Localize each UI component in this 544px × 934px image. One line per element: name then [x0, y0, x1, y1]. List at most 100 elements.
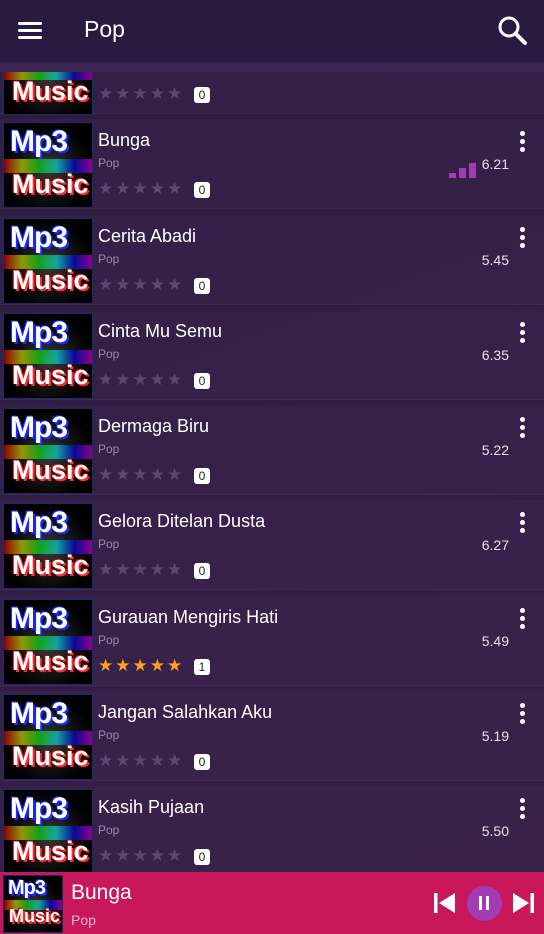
- rating-stars[interactable]: ★ ★ ★ ★ ★: [98, 466, 182, 483]
- kebab-menu-icon[interactable]: [512, 510, 532, 536]
- kebab-menu-icon[interactable]: [512, 796, 532, 822]
- star-icon[interactable]: ★: [167, 561, 182, 578]
- kebab-menu-icon[interactable]: [512, 606, 532, 632]
- album-art: Mp3 Music: [3, 408, 93, 495]
- hamburger-icon[interactable]: [18, 18, 50, 44]
- album-art: Mp3 Music: [3, 875, 63, 933]
- star-icon[interactable]: ★: [150, 276, 165, 293]
- skip-next-icon[interactable]: [508, 872, 538, 934]
- kebab-menu-icon[interactable]: [512, 225, 532, 251]
- skip-previous-icon[interactable]: [430, 872, 460, 934]
- album-art: Mp3 Music: [3, 694, 93, 781]
- star-icon[interactable]: ★: [150, 466, 165, 483]
- star-icon[interactable]: ★: [150, 561, 165, 578]
- star-icon[interactable]: ★: [133, 847, 148, 864]
- equalizer-icon: [449, 160, 476, 179]
- now-playing-bar[interactable]: Mp3 Music Bunga Pop: [0, 872, 544, 934]
- star-icon[interactable]: ★: [115, 847, 130, 864]
- star-icon[interactable]: ★: [167, 371, 182, 388]
- rating-stars[interactable]: ★ ★ ★ ★ ★: [98, 276, 182, 293]
- star-icon[interactable]: ★: [150, 657, 165, 674]
- kebab-menu-icon[interactable]: [512, 701, 532, 727]
- kebab-menu-icon[interactable]: [512, 415, 532, 441]
- star-icon[interactable]: ★: [115, 466, 130, 483]
- list-item[interactable]: Mp3 Music Cinta Mu Semu Pop ★ ★ ★ ★ ★ 0 6.35: [0, 309, 544, 400]
- star-icon[interactable]: ★: [98, 847, 113, 864]
- star-icon[interactable]: ★: [167, 180, 182, 197]
- file-size: 5.19: [481, 728, 509, 745]
- star-icon[interactable]: ★: [133, 180, 148, 197]
- rating-stars[interactable]: ★ ★ ★ ★ ★: [98, 847, 182, 864]
- star-icon[interactable]: ★: [150, 752, 165, 769]
- rating-stars[interactable]: ★ ★ ★ ★ ★: [98, 752, 182, 769]
- star-icon[interactable]: ★: [115, 561, 130, 578]
- song-title: Bunga: [98, 130, 151, 151]
- app-bar-divider: [0, 62, 544, 72]
- star-icon[interactable]: ★: [167, 847, 182, 864]
- kebab-menu-icon[interactable]: [512, 129, 532, 155]
- pause-button[interactable]: [466, 872, 502, 934]
- song-title: Dermaga Biru: [98, 416, 210, 437]
- star-icon[interactable]: ★: [98, 466, 113, 483]
- album-art: Mp3 Music: [3, 312, 93, 399]
- star-icon[interactable]: ★: [98, 657, 113, 674]
- star-icon[interactable]: ★: [115, 657, 130, 674]
- star-icon[interactable]: ★: [167, 657, 182, 674]
- song-genre: Pop: [98, 442, 120, 457]
- list-item[interactable]: Mp3 Music Kasih Pujaan Pop ★ ★ ★ ★ ★ 0 5.50: [0, 786, 544, 872]
- rating-count-badge: 0: [194, 277, 210, 294]
- star-icon[interactable]: ★: [133, 657, 148, 674]
- star-icon[interactable]: ★: [150, 847, 165, 864]
- star-icon[interactable]: ★: [98, 561, 113, 578]
- app-bar: Pop: [0, 0, 544, 62]
- rating-stars[interactable]: ★ ★ ★ ★ ★: [98, 180, 182, 197]
- song-genre: Pop: [98, 537, 120, 552]
- star-icon[interactable]: ★: [133, 276, 148, 293]
- list-item[interactable]: Mp3 Music Jangan Salahkan Aku Pop ★ ★ ★ ★ ★ …: [0, 691, 544, 782]
- star-icon[interactable]: ★: [115, 276, 130, 293]
- pause-icon[interactable]: [466, 885, 502, 921]
- star-icon[interactable]: ★: [167, 85, 182, 102]
- file-size: 6.21: [481, 156, 509, 173]
- star-icon[interactable]: ★: [150, 180, 165, 197]
- star-icon[interactable]: ★: [133, 752, 148, 769]
- search-icon[interactable]: [496, 14, 530, 48]
- star-icon[interactable]: ★: [98, 752, 113, 769]
- album-art: Mp3 Music: [3, 598, 93, 685]
- star-icon[interactable]: ★: [98, 276, 113, 293]
- star-icon[interactable]: ★: [133, 371, 148, 388]
- list-item[interactable]: Mp3 Music Gurauan Mengiris Hati Pop ★ ★ ★ ★…: [0, 595, 544, 686]
- star-icon[interactable]: ★: [115, 85, 130, 102]
- list-item[interactable]: Mp3 Music ★ ★ ★ ★ ★ 0: [0, 72, 544, 115]
- list-item[interactable]: Mp3 Music Bunga Pop ★ ★ ★ ★ ★ 0 6.21: [0, 119, 544, 210]
- list-item[interactable]: Mp3 Music Cerita Abadi Pop ★ ★ ★ ★ ★ 0 5.45: [0, 214, 544, 305]
- rating-stars[interactable]: ★ ★ ★ ★ ★: [98, 657, 182, 674]
- album-art: Mp3 Music: [3, 503, 93, 590]
- song-list[interactable]: Mp3 Music ★ ★ ★ ★ ★ 0 Mp3 Music Bunga Po…: [0, 72, 544, 872]
- star-icon[interactable]: ★: [167, 466, 182, 483]
- file-size: 6.35: [481, 346, 509, 363]
- song-title: Gurauan Mengiris Hati: [98, 606, 279, 627]
- rating-count-badge: 0: [194, 87, 210, 103]
- rating-stars[interactable]: ★ ★ ★ ★ ★: [98, 371, 182, 388]
- list-item[interactable]: Mp3 Music Dermaga Biru Pop ★ ★ ★ ★ ★ 0 5.22: [0, 405, 544, 496]
- star-icon[interactable]: ★: [150, 371, 165, 388]
- star-icon[interactable]: ★: [167, 276, 182, 293]
- rating-stars[interactable]: ★ ★ ★ ★ ★: [98, 561, 182, 578]
- star-icon[interactable]: ★: [133, 466, 148, 483]
- star-icon[interactable]: ★: [133, 85, 148, 102]
- song-genre: Pop: [98, 823, 120, 838]
- star-icon[interactable]: ★: [167, 752, 182, 769]
- kebab-menu-icon[interactable]: [512, 320, 532, 346]
- list-item[interactable]: Mp3 Music Gelora Ditelan Dusta Pop ★ ★ ★ ★ ★…: [0, 500, 544, 591]
- star-icon[interactable]: ★: [115, 371, 130, 388]
- star-icon[interactable]: ★: [98, 85, 113, 102]
- star-icon[interactable]: ★: [98, 371, 113, 388]
- song-title: Cinta Mu Semu: [98, 320, 223, 341]
- star-icon[interactable]: ★: [98, 180, 113, 197]
- rating-stars[interactable]: ★ ★ ★ ★ ★: [98, 85, 182, 102]
- star-icon[interactable]: ★: [150, 85, 165, 102]
- star-icon[interactable]: ★: [115, 180, 130, 197]
- star-icon[interactable]: ★: [115, 752, 130, 769]
- star-icon[interactable]: ★: [133, 561, 148, 578]
